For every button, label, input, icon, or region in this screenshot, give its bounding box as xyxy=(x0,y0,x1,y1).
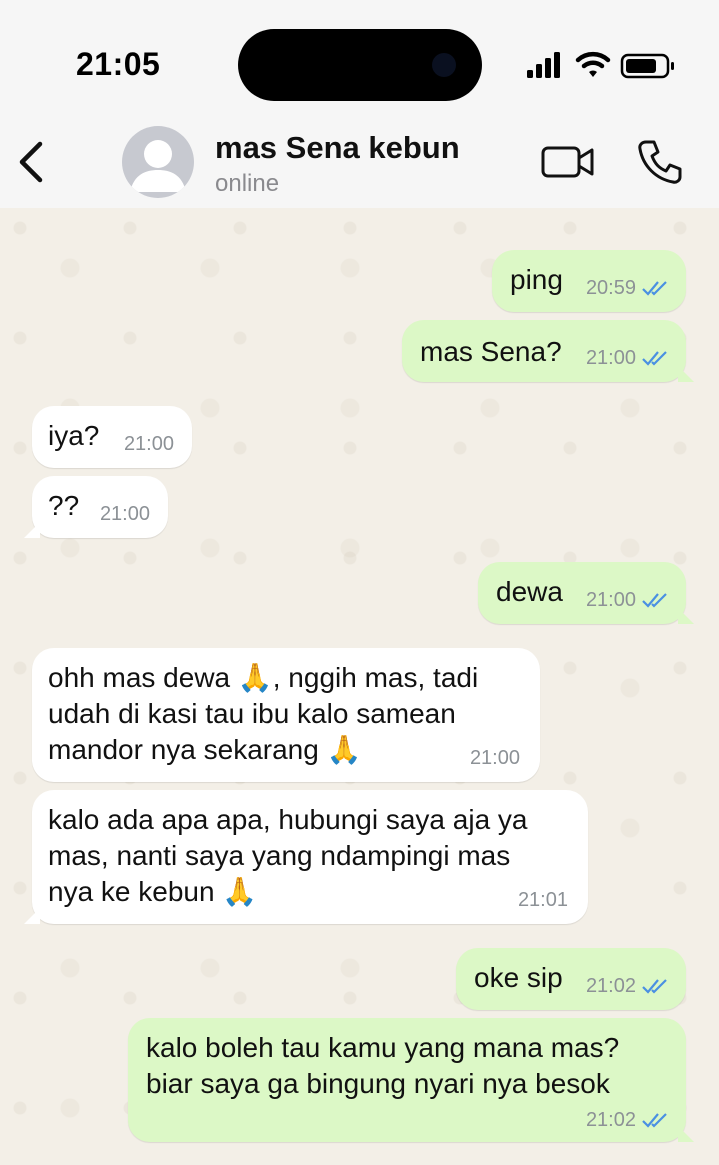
front-camera xyxy=(432,53,456,77)
message-text: ping xyxy=(510,264,563,295)
contact-status: online xyxy=(215,170,280,197)
chat-header: mas Sena kebun online xyxy=(0,118,719,208)
message-incoming[interactable]: kalo ada apa apa, hubungi saya aja ya ma… xyxy=(24,790,588,924)
message-time: 21:00 xyxy=(469,747,520,769)
message-meta: 21:00 xyxy=(586,340,670,376)
bubble-tail xyxy=(24,522,40,538)
message-outgoing[interactable]: kalo boleh tau kamu yang mana mas? biar … xyxy=(128,1018,694,1142)
message-outgoing[interactable]: oke sip 21:02 xyxy=(456,948,686,1010)
message-incoming[interactable]: iya? 21:00 xyxy=(32,406,192,468)
double-check-icon xyxy=(642,593,667,608)
bubble-tail xyxy=(678,366,694,382)
bubble-tail xyxy=(678,1126,694,1142)
message-meta: 21:00 xyxy=(124,426,174,462)
message-meta: 21:00 xyxy=(100,496,150,532)
message-meta: 20:59 xyxy=(586,270,670,306)
message-text: dewa xyxy=(496,576,563,607)
message-time: 21:01 xyxy=(517,889,568,911)
message-text: kalo boleh tau kamu yang mana mas? biar … xyxy=(146,1032,620,1099)
double-check-icon xyxy=(642,979,667,994)
message-meta: 21:02 xyxy=(586,968,670,1004)
message-meta: 21:02 xyxy=(586,1102,670,1138)
phone-icon[interactable] xyxy=(636,138,684,186)
avatar[interactable] xyxy=(122,126,194,198)
status-icons xyxy=(527,51,674,79)
message-meta: 21:00 xyxy=(470,740,520,776)
message-text: kalo ada apa apa, hubungi saya aja ya ma… xyxy=(48,804,528,907)
message-outgoing[interactable]: ping 20:59 xyxy=(492,250,686,312)
chevron-left-icon[interactable] xyxy=(16,140,48,184)
message-text: ohh mas dewa 🙏, nggih mas, tadi udah di … xyxy=(48,662,479,765)
double-check-icon xyxy=(642,281,667,296)
wifi-icon xyxy=(575,51,611,77)
chat-area[interactable]: ping 20:59 mas Sena? 21:00 iya? 21:00 ??… xyxy=(0,208,719,1165)
message-incoming[interactable]: ohh mas dewa 🙏, nggih mas, tadi udah di … xyxy=(32,648,540,782)
bubble-tail xyxy=(24,908,40,924)
status-bar: 21:05 xyxy=(0,0,719,118)
message-text: mas Sena? xyxy=(420,336,562,367)
bubble-tail xyxy=(678,608,694,624)
message-text: ?? xyxy=(48,490,80,521)
battery-icon xyxy=(620,53,674,79)
message-text: oke sip xyxy=(474,962,563,993)
message-time: 21:00 xyxy=(585,589,636,611)
message-time: 21:00 xyxy=(123,433,174,455)
person-icon xyxy=(130,140,186,192)
message-time: 21:00 xyxy=(99,503,150,525)
message-incoming[interactable]: ?? 21:00 xyxy=(24,476,168,538)
message-outgoing[interactable]: mas Sena? 21:00 xyxy=(402,320,694,382)
message-meta: 21:01 xyxy=(518,882,568,918)
message-meta: 21:00 xyxy=(586,582,670,618)
message-time: 21:00 xyxy=(585,347,636,369)
double-check-icon xyxy=(642,351,667,366)
contact-name[interactable]: mas Sena kebun xyxy=(215,130,460,166)
message-time: 21:02 xyxy=(585,975,636,997)
message-time: 20:59 xyxy=(585,277,636,299)
double-check-icon xyxy=(642,1113,667,1128)
message-time: 21:02 xyxy=(585,1109,636,1131)
message-outgoing[interactable]: dewa 21:00 xyxy=(478,562,694,624)
cellular-signal-icon xyxy=(527,52,560,78)
status-time: 21:05 xyxy=(76,46,161,82)
video-camera-icon[interactable] xyxy=(540,142,596,182)
message-text: iya? xyxy=(48,420,100,451)
